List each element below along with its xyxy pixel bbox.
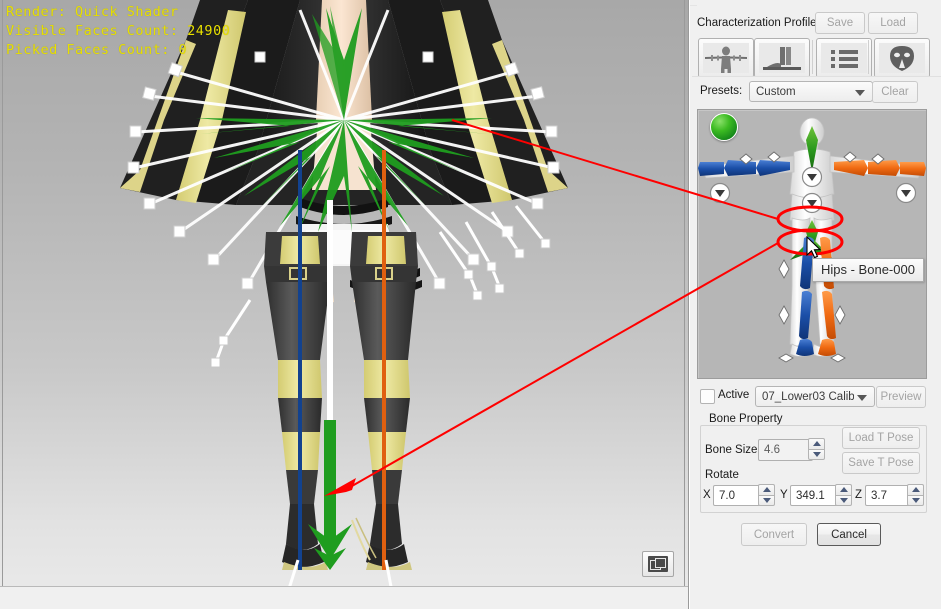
caret-up-icon bbox=[839, 487, 848, 493]
hud-line-visible-faces: Visible Faces Count: 24900 bbox=[6, 23, 231, 39]
caret-up-icon bbox=[762, 487, 771, 493]
application-window: Render: Quick Shader Visible Faces Count… bbox=[0, 0, 941, 609]
clear-presets-button[interactable]: Clear bbox=[872, 81, 918, 103]
face-mask-icon bbox=[879, 43, 925, 73]
tool-button-bone-list[interactable] bbox=[816, 38, 872, 78]
3d-viewport[interactable]: Render: Quick Shader Visible Faces Count… bbox=[0, 0, 689, 609]
layout-toggle-icon bbox=[648, 556, 668, 572]
rotate-z-axis-label: Z bbox=[855, 489, 863, 501]
convert-button[interactable]: Convert bbox=[741, 523, 807, 546]
hud-line-picked-faces: Picked Faces Count: 0 bbox=[6, 42, 188, 58]
rotate-x-stepper[interactable] bbox=[758, 484, 775, 506]
caret-up-icon bbox=[911, 487, 920, 493]
rig-dropdown-chest bbox=[801, 166, 823, 188]
rotate-label: Rotate bbox=[705, 469, 739, 481]
caret-down-icon bbox=[911, 497, 920, 503]
presets-label: Presets: bbox=[700, 85, 743, 97]
bone-size-label: Bone Size bbox=[705, 444, 758, 456]
save-t-pose-button[interactable]: Save T Pose bbox=[842, 452, 920, 474]
bone-size-input[interactable]: 4.6 bbox=[758, 439, 813, 461]
bone-tooltip: Hips - Bone-000 bbox=[812, 258, 924, 282]
panel-title: Characterization Profile bbox=[697, 17, 817, 29]
toolbar-separator-1 bbox=[812, 40, 813, 74]
rotate-x-stepper-up[interactable] bbox=[758, 484, 775, 495]
floor-contact-icon bbox=[759, 43, 805, 73]
rotate-y-axis-label: Y bbox=[780, 489, 788, 501]
presets-dropdown[interactable]: Custom bbox=[749, 81, 873, 102]
bone-property-group-label: Bone Property bbox=[706, 413, 786, 425]
chevron-down-icon bbox=[857, 394, 867, 401]
rig-dropdown-left-hand bbox=[709, 182, 731, 204]
bone-size-stepper[interactable] bbox=[808, 438, 825, 460]
tool-button-floor-contact[interactable] bbox=[754, 38, 810, 78]
profile-dropdown-value: 07_Lower03 Calibrati bbox=[762, 390, 854, 403]
chevron-down-icon bbox=[855, 89, 865, 96]
rotate-z-stepper-down[interactable] bbox=[907, 494, 924, 506]
hud-line-render: Render: Quick Shader bbox=[6, 4, 179, 20]
profile-status-indicator bbox=[710, 113, 738, 141]
caret-up-icon bbox=[812, 441, 821, 447]
presets-value: Custom bbox=[756, 85, 796, 98]
bone-size-stepper-down[interactable] bbox=[808, 448, 825, 460]
rotate-y-stepper-down[interactable] bbox=[835, 494, 852, 506]
save-button[interactable]: Save bbox=[815, 12, 865, 34]
tool-button-t-pose[interactable] bbox=[698, 38, 754, 78]
toolbar-separator-2 bbox=[868, 40, 869, 74]
rig-dropdown-right-hand bbox=[895, 182, 917, 204]
viewport-layout-toggle-button[interactable] bbox=[642, 551, 674, 577]
mouse-cursor bbox=[806, 236, 822, 259]
rotate-x-stepper-down[interactable] bbox=[758, 494, 775, 506]
caret-down-icon bbox=[839, 497, 848, 503]
rotate-y-stepper-up[interactable] bbox=[835, 484, 852, 495]
caret-down-icon bbox=[762, 497, 771, 503]
tool-button-face-mask[interactable] bbox=[874, 38, 930, 78]
rotate-z-stepper[interactable] bbox=[907, 484, 924, 506]
load-button[interactable]: Load bbox=[868, 12, 918, 34]
caret-down-icon bbox=[812, 451, 821, 457]
t-pose-character-icon bbox=[703, 43, 749, 73]
viewport-bottom-strip bbox=[0, 586, 688, 609]
rotate-y-stepper[interactable] bbox=[835, 484, 852, 506]
load-t-pose-button[interactable]: Load T Pose bbox=[842, 427, 920, 449]
bone-list-icon bbox=[821, 43, 867, 73]
rotate-z-stepper-up[interactable] bbox=[907, 484, 924, 495]
rotate-x-axis-label: X bbox=[703, 489, 711, 501]
preview-button[interactable]: Preview bbox=[876, 386, 926, 408]
rig-dropdown-spine bbox=[801, 192, 823, 214]
character-model-render bbox=[120, 0, 568, 593]
render-hud: Render: Quick Shader Visible Faces Count… bbox=[6, 3, 230, 60]
active-label: Active bbox=[718, 389, 750, 401]
active-checkbox[interactable] bbox=[700, 389, 715, 404]
cancel-button[interactable]: Cancel bbox=[817, 523, 881, 546]
profile-dropdown[interactable]: 07_Lower03 Calibrati bbox=[755, 386, 875, 407]
bone-size-stepper-up[interactable] bbox=[808, 438, 825, 449]
